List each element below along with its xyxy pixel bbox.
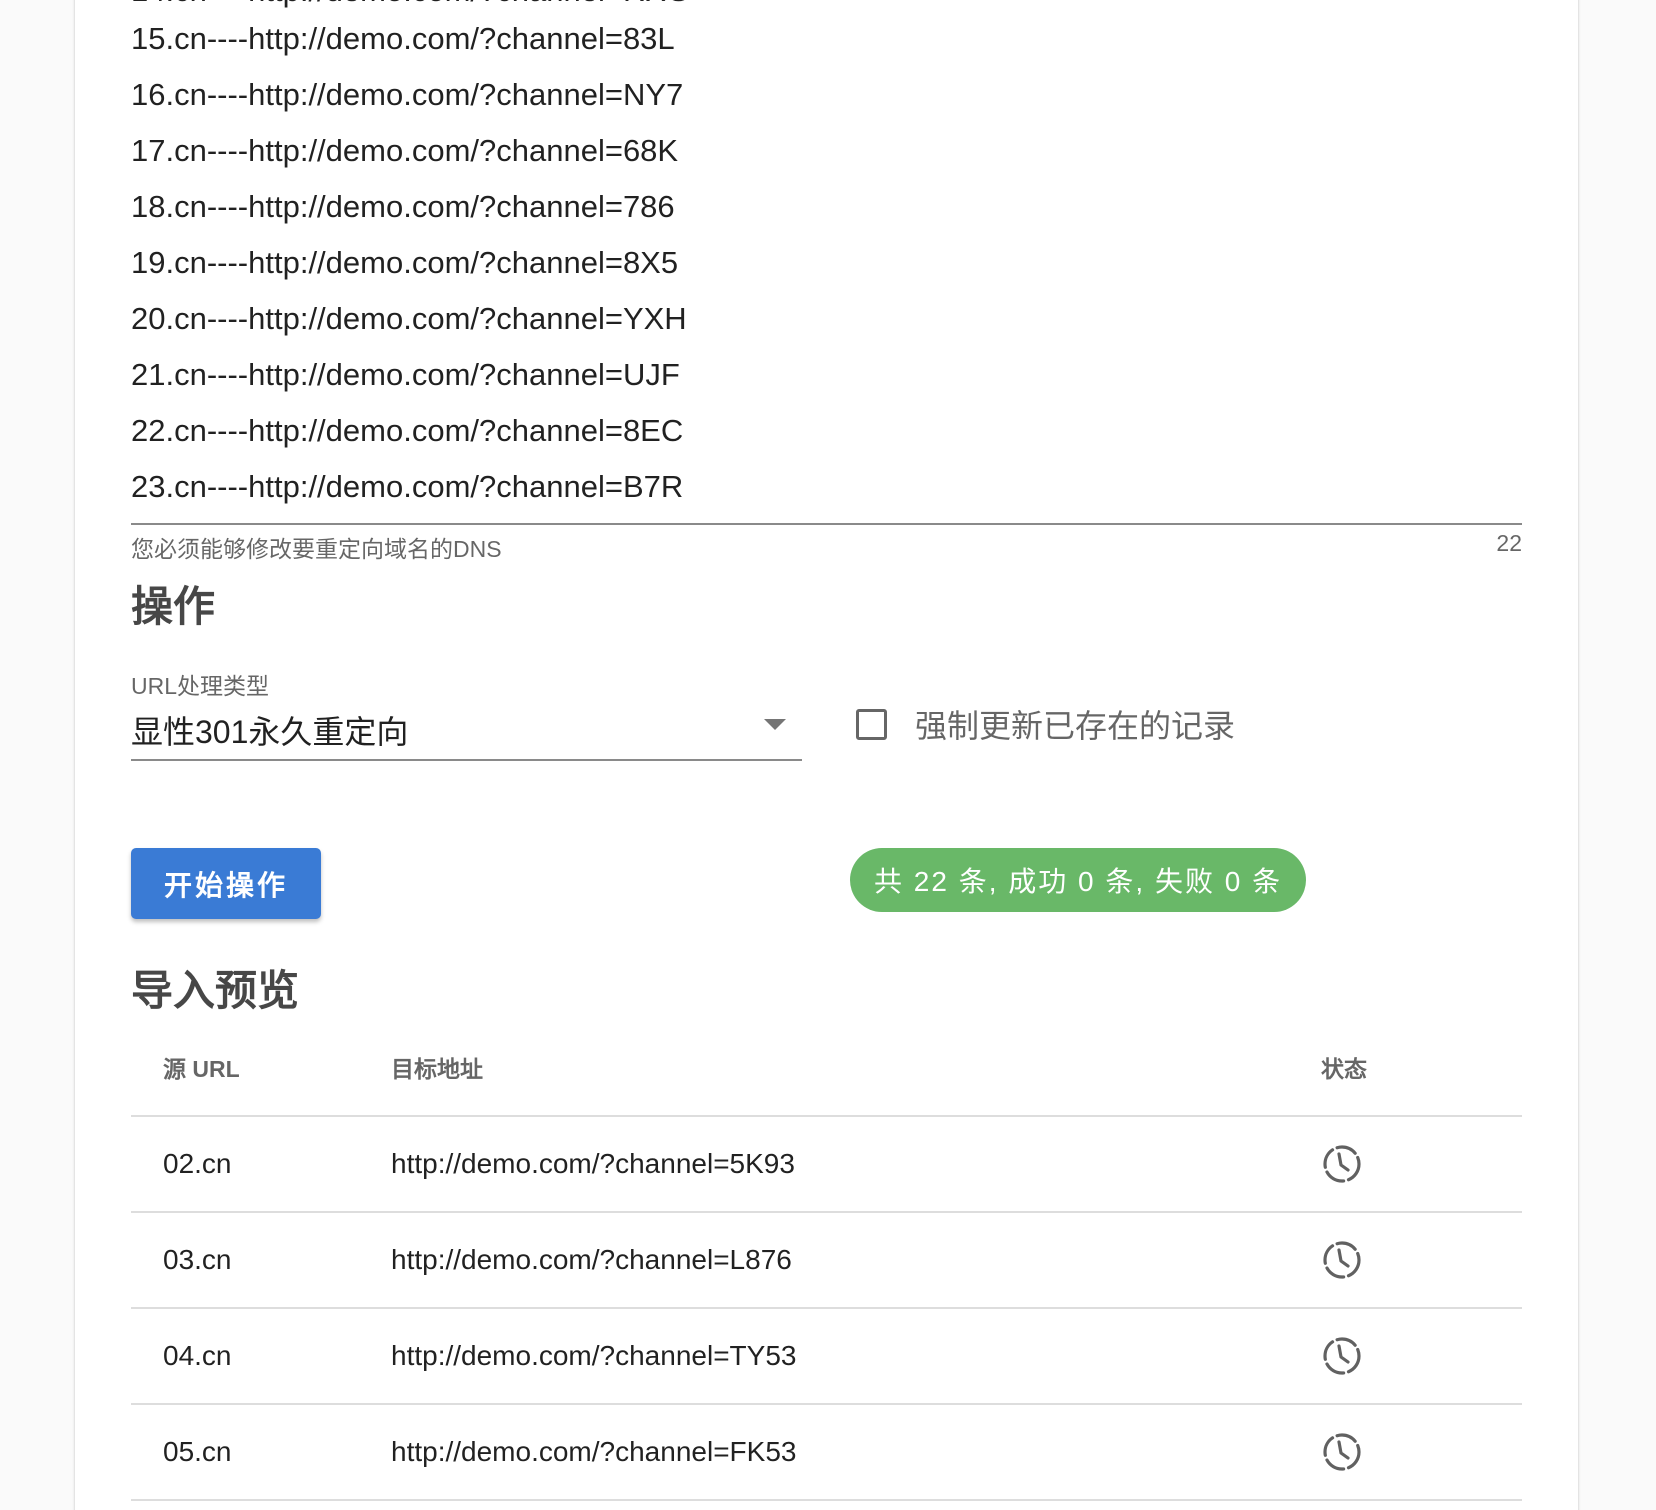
target-cell: http://demo.com/?channel=L876 — [391, 1212, 1321, 1309]
textarea-line: 22.cn----http://demo.com/?channel=8EC — [131, 413, 684, 448]
textarea-line: 18.cn----http://demo.com/?channel=786 — [131, 189, 675, 224]
status-cell — [1321, 1404, 1522, 1501]
result-stats-chip: 共 22 条, 成功 0 条, 失败 0 条 — [850, 848, 1307, 912]
source-cell: 05.cn — [131, 1404, 391, 1501]
force-update-label: 强制更新已存在的记录 — [915, 708, 1236, 744]
textarea-line: 16.cn----http://demo.com/?channel=NY7 — [131, 77, 684, 112]
operation-title: 操作 — [131, 583, 216, 630]
status-cell — [1321, 1116, 1522, 1213]
line-counter: 22 — [1496, 530, 1522, 556]
pending-clock-icon — [1323, 1433, 1361, 1471]
pending-clock-icon — [1323, 1241, 1361, 1279]
textarea-hint-row: 您必须能够修改要重定向域名的DNS 22 — [131, 530, 1522, 564]
table-row: 03.cn http://demo.com/?channel=L876 — [131, 1212, 1522, 1309]
checkbox-icon[interactable] — [856, 708, 887, 740]
table-header-row: 源 URL 目标地址 状态 — [131, 1019, 1522, 1117]
url-list-textarea[interactable]: 14.cn----http://demo.com/?channel=RXG 15… — [131, 0, 1522, 525]
force-update-checkbox[interactable]: 强制更新已存在的记录 — [856, 702, 1235, 746]
source-cell: 03.cn — [131, 1212, 391, 1309]
preview-table: 源 URL 目标地址 状态 02.cn http://demo.com/?cha… — [131, 1019, 1522, 1501]
url-type-label: URL处理类型 — [131, 673, 270, 699]
target-cell: http://demo.com/?channel=TY53 — [391, 1308, 1321, 1405]
card-content: 14.cn----http://demo.com/?channel=RXG 15… — [131, 0, 1522, 1510]
table-row: 05.cn http://demo.com/?channel=FK53 — [131, 1404, 1522, 1501]
page: 14.cn----http://demo.com/?channel=RXG 15… — [0, 0, 1656, 1510]
pending-clock-icon — [1323, 1145, 1361, 1183]
dns-hint: 您必须能够修改要重定向域名的DNS — [131, 536, 502, 562]
source-cell: 02.cn — [131, 1116, 391, 1213]
start-button[interactable]: 开始操作 — [131, 848, 321, 919]
column-header-target[interactable]: 目标地址 — [391, 1019, 1321, 1117]
textarea-line: 23.cn----http://demo.com/?channel=B7R — [131, 469, 684, 504]
target-cell: http://demo.com/?channel=5K93 — [391, 1116, 1321, 1213]
pending-clock-icon — [1323, 1337, 1361, 1375]
status-cell — [1321, 1212, 1522, 1309]
textarea-line: 20.cn----http://demo.com/?channel=YXH — [131, 301, 687, 336]
table-row: 02.cn http://demo.com/?channel=5K93 — [131, 1116, 1522, 1213]
textarea-line: 19.cn----http://demo.com/?channel=8X5 — [131, 245, 679, 280]
textarea-line: 15.cn----http://demo.com/?channel=83L — [131, 21, 675, 56]
target-cell: http://demo.com/?channel=FK53 — [391, 1404, 1321, 1501]
column-header-status[interactable]: 状态 — [1321, 1019, 1522, 1117]
table-row: 04.cn http://demo.com/?channel=TY53 — [131, 1308, 1522, 1405]
url-type-select[interactable]: URL处理类型 显性301永久重定向 — [131, 667, 802, 761]
status-cell — [1321, 1308, 1522, 1405]
chevron-down-icon — [764, 719, 786, 730]
textarea-line: 21.cn----http://demo.com/?channel=UJF — [131, 357, 680, 392]
column-header-source[interactable]: 源 URL — [131, 1019, 391, 1117]
preview-title: 导入预览 — [131, 967, 300, 1014]
source-cell: 04.cn — [131, 1308, 391, 1405]
import-card: 14.cn----http://demo.com/?channel=RXG 15… — [75, 0, 1578, 1510]
textarea-line: 17.cn----http://demo.com/?channel=68K — [131, 133, 679, 168]
url-type-value: 显性301永久重定向 — [131, 714, 409, 750]
